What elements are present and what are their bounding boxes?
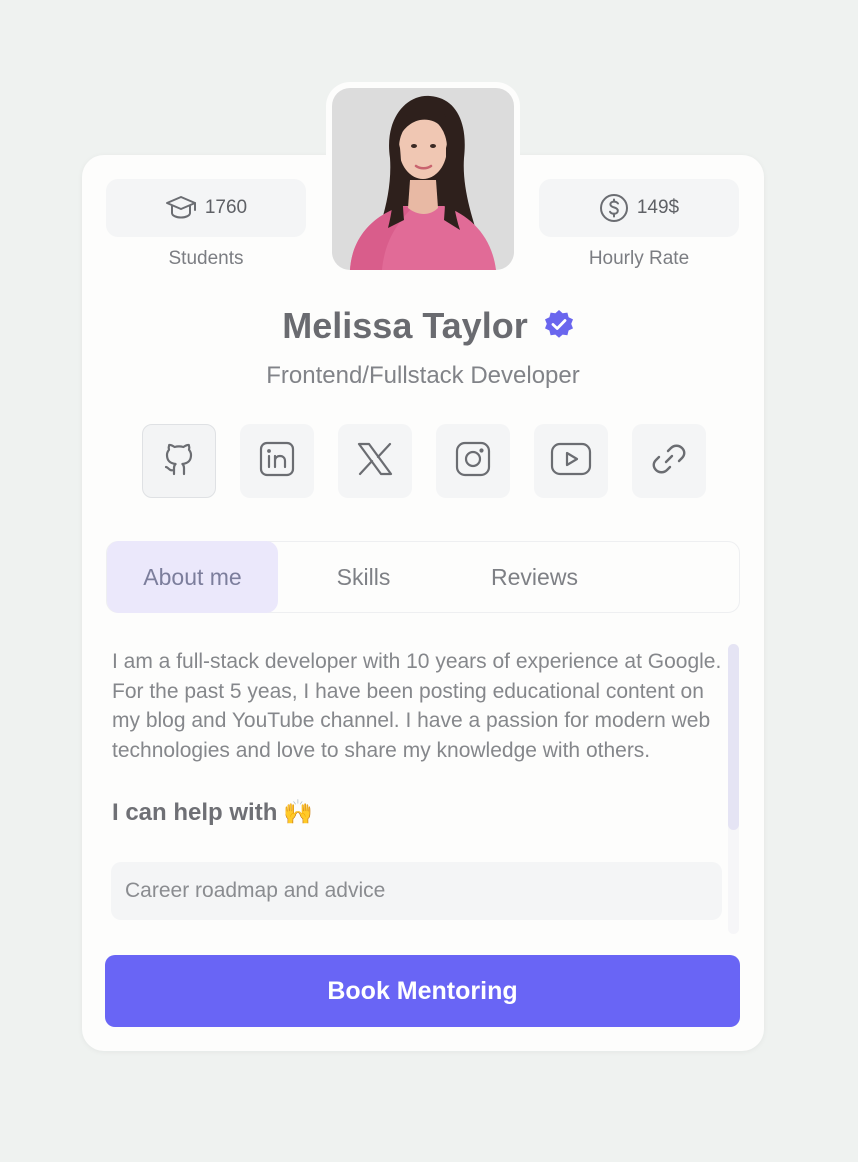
hourly-rate-label: Hourly Rate xyxy=(588,248,690,269)
profile-title: Frontend/Fullstack Developer xyxy=(266,362,580,389)
help-item: Career roadmap and advice xyxy=(111,862,722,920)
social-links xyxy=(142,424,706,498)
hourly-rate-value: 149$ xyxy=(636,197,680,218)
avatar-frame xyxy=(326,82,520,276)
hourly-rate-stat: 149$ xyxy=(539,179,739,237)
avatar xyxy=(332,88,514,270)
x-icon xyxy=(356,441,394,482)
students-label: Students xyxy=(168,248,244,269)
profile-tabs: About me Skills Reviews xyxy=(106,541,740,613)
instagram-button[interactable] xyxy=(436,424,510,498)
about-text: I am a full-stack developer with 10 year… xyxy=(112,650,722,762)
help-heading: I can help with 🙌 xyxy=(112,798,313,827)
graduation-cap-icon xyxy=(165,194,197,222)
profile-name: Melissa Taylor xyxy=(282,305,528,346)
link-icon xyxy=(651,441,687,482)
youtube-icon xyxy=(550,442,592,481)
github-icon xyxy=(158,438,200,485)
book-mentoring-button[interactable]: Book Mentoring xyxy=(105,955,740,1027)
youtube-button[interactable] xyxy=(534,424,608,498)
tab-reviews[interactable]: Reviews xyxy=(449,541,620,613)
github-button[interactable] xyxy=(142,424,216,498)
name-row: Melissa Taylor xyxy=(0,305,858,347)
linkedin-button[interactable] xyxy=(240,424,314,498)
scrollbar-thumb[interactable] xyxy=(728,644,739,830)
instagram-icon xyxy=(455,441,491,482)
tab-about-me[interactable]: About me xyxy=(107,541,278,613)
x-button[interactable] xyxy=(338,424,412,498)
help-heading-text: I can help with xyxy=(112,798,278,826)
students-stat: 1760 xyxy=(106,179,306,237)
link-button[interactable] xyxy=(632,424,706,498)
tab-skills[interactable]: Skills xyxy=(278,541,449,613)
verified-badge-icon xyxy=(542,307,576,346)
raised-hands-emoji: 🙌 xyxy=(283,799,314,826)
dollar-circle-icon xyxy=(599,193,629,223)
linkedin-icon xyxy=(259,441,295,482)
students-count: 1760 xyxy=(204,197,248,218)
